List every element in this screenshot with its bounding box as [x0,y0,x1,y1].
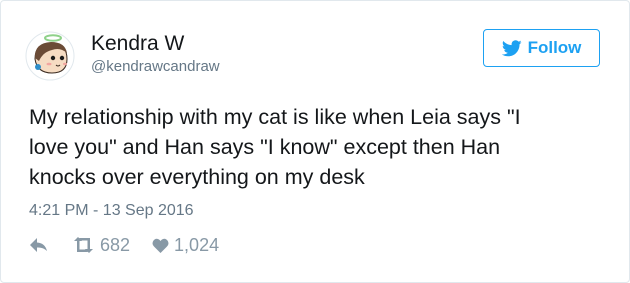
tweet-text: My relationship with my cat is like when… [29,102,614,192]
follow-button[interactable]: Follow [483,29,600,67]
author-display-name[interactable]: Kendra W [91,32,184,56]
like-count: 1,024 [174,235,220,255]
reply-button[interactable] [29,237,48,253]
like-button[interactable]: 1,024 [152,235,219,255]
heart-icon [152,238,169,253]
avatar[interactable] [25,31,75,81]
reply-icon [30,238,47,252]
tweet-timestamp[interactable]: 4:21 PM - 13 Sep 2016 [29,202,194,220]
author-handle[interactable]: @kendrawcandraw [91,58,220,76]
retweet-count: 682 [100,235,131,255]
tweet-card: Kendra W @kendrawcandraw Follow My relat… [0,0,630,283]
follow-label: Follow [527,38,582,57]
tweet-text-line: knocks over everything on my desk [29,165,365,189]
tweet-actions: 682 1,024 [29,234,219,256]
retweet-button[interactable]: 682 [72,235,130,255]
twitter-bird-icon [501,39,522,56]
tweet-text-line: love you" and Han says "I know" except t… [29,135,501,159]
retweet-icon [74,237,93,253]
tweet-text-line: My relationship with my cat is like when… [29,105,521,129]
